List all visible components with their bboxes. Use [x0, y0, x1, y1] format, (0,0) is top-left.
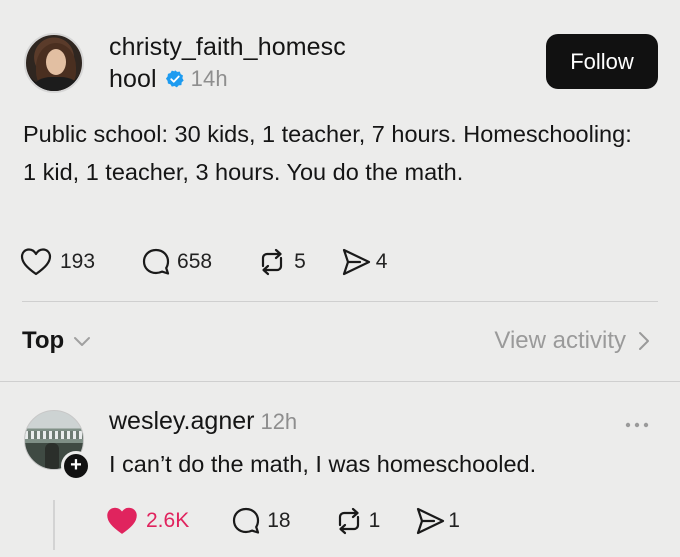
reply-username[interactable]: wesley.agner — [109, 407, 254, 435]
avatar-face — [46, 49, 66, 75]
reply-repost-count: 1 — [368, 509, 381, 532]
like-action[interactable]: 193 — [20, 247, 95, 277]
author-username-line2[interactable]: hool — [109, 63, 157, 95]
sort-dropdown[interactable]: Top — [22, 327, 92, 355]
sort-label: Top — [22, 327, 65, 354]
post-time: 14h — [190, 66, 228, 91]
view-activity-link[interactable]: View activity — [494, 327, 652, 355]
more-dots-icon[interactable] — [624, 420, 650, 430]
divider-under-post — [22, 301, 658, 302]
author-username-line1[interactable]: christy_faith_homesc — [109, 33, 346, 61]
repost-icon — [338, 507, 359, 535]
thread-line — [53, 500, 55, 550]
reply-time: 12h — [260, 409, 298, 434]
reply-share-action[interactable]: 1 — [414, 506, 460, 536]
plus-icon[interactable]: + — [61, 451, 91, 481]
avatar-stadium-seats — [25, 431, 83, 439]
reply-like-count: 2.6K — [146, 509, 190, 532]
like-count: 193 — [60, 250, 96, 273]
author-username-line2-row: hool 14h — [109, 63, 228, 95]
chevron-right-icon — [639, 332, 649, 350]
divider-above-reply — [0, 381, 680, 382]
heart-icon — [20, 248, 52, 276]
reply-text: I can’t do the math, I was homeschooled. — [109, 451, 537, 477]
author-avatar[interactable] — [24, 33, 84, 93]
post-text: Public school: 30 kids, 1 teacher, 7 hou… — [23, 121, 632, 185]
filter-row: Top View activity — [22, 325, 652, 361]
comment-bubble-icon — [233, 507, 260, 534]
avatar-person — [45, 443, 59, 469]
share-count: 4 — [375, 250, 388, 273]
comment-count: 658 — [177, 250, 213, 273]
chevron-down-icon — [74, 337, 91, 346]
repost-action[interactable]: 5 — [254, 247, 306, 277]
verified-badge-icon — [165, 70, 184, 88]
repost-icon — [261, 248, 283, 276]
send-icon — [342, 248, 370, 276]
reply-share-count: 1 — [448, 509, 460, 532]
repost-count: 5 — [294, 250, 306, 273]
reply-comment-action[interactable]: 18 — [231, 506, 291, 536]
send-icon — [417, 507, 445, 535]
post-actions: 193 658 5 4 — [20, 246, 387, 278]
avatar-shirt — [34, 77, 78, 91]
reply-repost-action[interactable]: 1 — [331, 506, 381, 536]
comment-action[interactable]: 658 — [141, 247, 212, 277]
reply-actions: 2.6K 18 1 1 — [106, 505, 460, 537]
author-username[interactable]: christy_faith_homesc hool 14h — [109, 31, 409, 95]
reply-username-row: wesley.agner 12h — [109, 407, 297, 436]
reply-comment-count: 18 — [267, 509, 291, 532]
view-activity-label: View activity — [494, 327, 626, 354]
share-action[interactable]: 4 — [340, 247, 388, 277]
heart-icon — [107, 507, 137, 534]
reply-like-action[interactable]: 2.6K — [106, 506, 189, 536]
comment-bubble-icon — [142, 248, 170, 275]
follow-button[interactable]: Follow — [546, 34, 658, 89]
